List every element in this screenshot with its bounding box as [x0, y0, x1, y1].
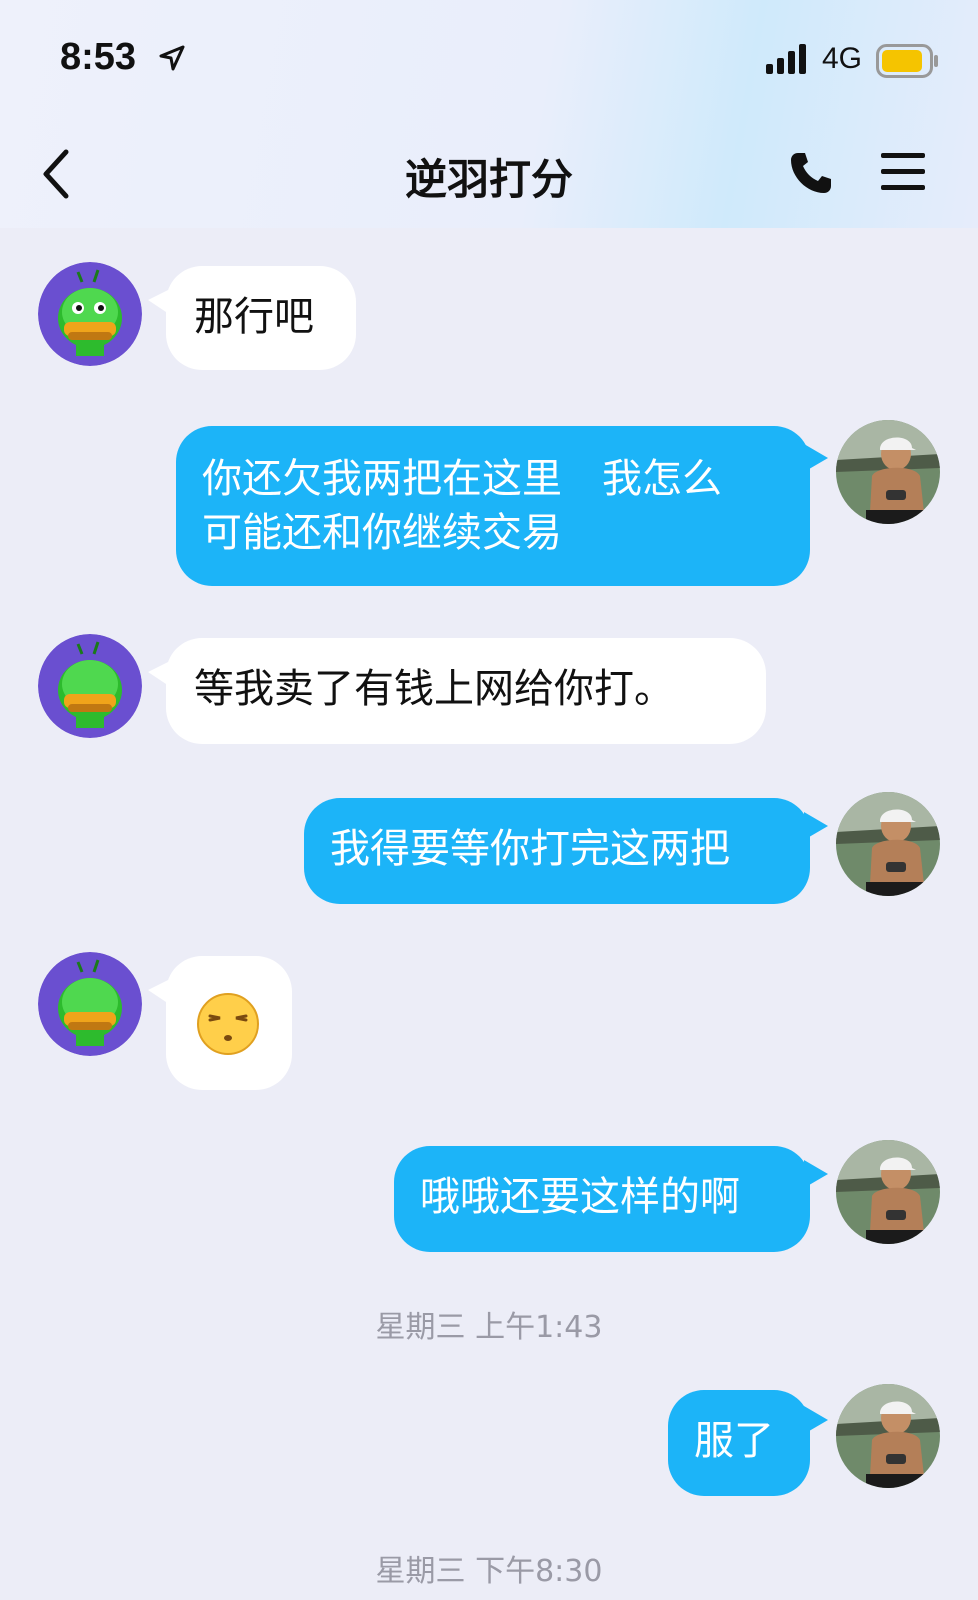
- message-text: 等我卖了有钱上网给你打。: [194, 666, 674, 712]
- contact-avatar[interactable]: [38, 262, 142, 366]
- message-text: 服了: [694, 1418, 774, 1464]
- timestamp: 星期三 上午1:43: [375, 1310, 603, 1345]
- duck-avatar-icon: [38, 262, 142, 366]
- phone-icon[interactable]: [788, 150, 834, 196]
- top-bar: 8:53 4G 逆羽打分: [0, 0, 978, 228]
- contact-avatar[interactable]: [38, 634, 142, 738]
- my-avatar[interactable]: [836, 1384, 940, 1488]
- unamused-face-emoji-icon: [197, 993, 259, 1055]
- message-text: 哦哦还要这样的啊: [420, 1174, 740, 1220]
- person-photo-avatar-icon: [836, 792, 940, 896]
- battery-icon: [876, 44, 938, 78]
- network-type: 4G: [822, 42, 863, 75]
- menu-icon[interactable]: [880, 150, 926, 194]
- message-text: 我得要等你打完这两把: [330, 826, 730, 872]
- message-bubble-incoming[interactable]: 那行吧: [166, 266, 356, 370]
- message-bubble-outgoing[interactable]: 我得要等你打完这两把: [304, 798, 810, 904]
- message-bubble-outgoing[interactable]: 服了: [668, 1390, 810, 1496]
- message-bubble-outgoing[interactable]: 哦哦还要这样的啊: [394, 1146, 810, 1252]
- message-text-line: 可能还和你继续交易: [202, 510, 562, 556]
- signal-icon: [766, 44, 806, 74]
- location-arrow-icon: [159, 45, 185, 71]
- my-avatar[interactable]: [836, 1140, 940, 1244]
- timestamp: 星期三 下午8:30: [375, 1554, 603, 1589]
- message-bubble-outgoing[interactable]: 你还欠我两把在这里 我怎么 可能还和你继续交易: [176, 426, 810, 586]
- message-text-line: 你还欠我两把在这里 我怎么: [202, 456, 722, 502]
- status-time: 8:53: [60, 36, 137, 78]
- my-avatar[interactable]: [836, 792, 940, 896]
- duck-avatar-icon: [38, 952, 142, 1056]
- person-photo-avatar-icon: [836, 420, 940, 524]
- message-text: 那行吧: [194, 294, 314, 340]
- duck-avatar-icon: [38, 634, 142, 738]
- person-photo-avatar-icon: [836, 1140, 940, 1244]
- message-bubble-incoming[interactable]: 等我卖了有钱上网给你打。: [166, 638, 766, 744]
- my-avatar[interactable]: [836, 420, 940, 524]
- contact-avatar[interactable]: [38, 952, 142, 1056]
- person-photo-avatar-icon: [836, 1384, 940, 1488]
- message-bubble-incoming[interactable]: [166, 956, 292, 1090]
